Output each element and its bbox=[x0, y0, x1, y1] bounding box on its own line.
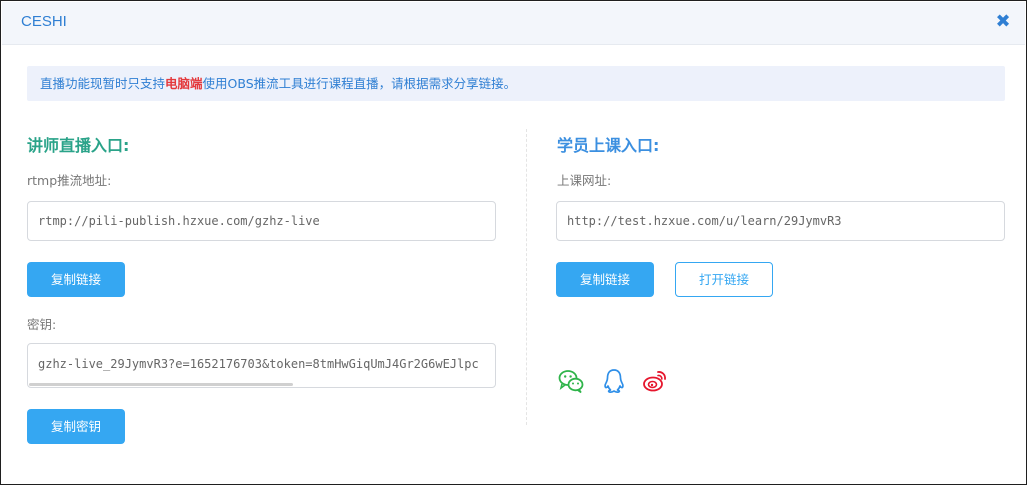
class-url-field[interactable]: http://test.hzxue.com/u/learn/29JymvR3 bbox=[556, 201, 1005, 241]
notice-text-before: 直播功能现暂时只支持 bbox=[40, 76, 166, 91]
horizontal-scrollbar[interactable] bbox=[29, 383, 293, 386]
stream-key-value: gzhz-live_29JymvR3?e=1652176703&token=8t… bbox=[38, 357, 479, 371]
notice-highlight: 电脑端 bbox=[165, 76, 203, 91]
copy-class-link-button[interactable]: 复制链接 bbox=[556, 262, 654, 297]
dialog-header: CESHI ✖ bbox=[2, 2, 1025, 45]
weibo-icon[interactable] bbox=[642, 368, 668, 394]
student-section-title: 学员上课入口: bbox=[557, 136, 660, 155]
open-link-button[interactable]: 打开链接 bbox=[675, 262, 773, 297]
class-url-label: 上课网址: bbox=[557, 173, 612, 188]
copy-key-button[interactable]: 复制密钥 bbox=[27, 409, 125, 444]
dialog-title: CESHI bbox=[21, 13, 67, 30]
qq-icon[interactable] bbox=[601, 368, 627, 394]
notice-banner: 直播功能现暂时只支持电脑端使用OBS推流工具进行课程直播，请根据需求分享链接。 bbox=[27, 66, 1005, 101]
live-entry-dialog: CESHI ✖ 直播功能现暂时只支持电脑端使用OBS推流工具进行课程直播，请根据… bbox=[0, 0, 1027, 485]
wechat-icon[interactable] bbox=[558, 368, 584, 394]
section-divider bbox=[526, 129, 527, 425]
copy-rtmp-link-button[interactable]: 复制链接 bbox=[27, 262, 125, 297]
key-label: 密钥: bbox=[27, 317, 57, 332]
notice-text-after: 使用OBS推流工具进行课程直播，请根据需求分享链接。 bbox=[202, 76, 517, 91]
stream-key-field[interactable]: gzhz-live_29JymvR3?e=1652176703&token=8t… bbox=[27, 343, 496, 388]
rtmp-label: rtmp推流地址: bbox=[27, 173, 112, 188]
teacher-section-title: 讲师直播入口: bbox=[27, 136, 130, 155]
close-icon[interactable]: ✖ bbox=[993, 11, 1013, 33]
rtmp-url-field[interactable]: rtmp://pili-publish.hzxue.com/gzhz-live bbox=[27, 201, 496, 241]
